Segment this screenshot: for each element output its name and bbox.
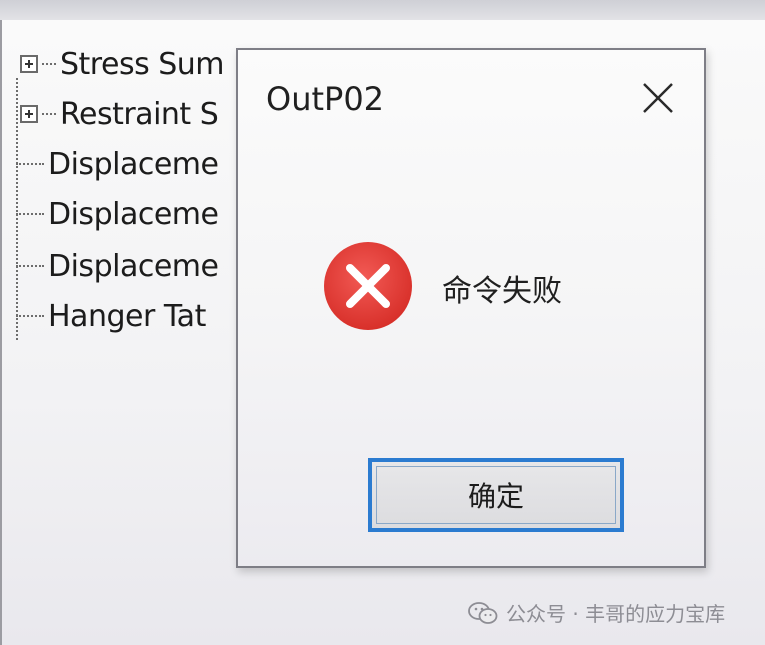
tree-dots bbox=[16, 163, 44, 165]
error-x-icon bbox=[324, 242, 412, 330]
tree-dots bbox=[16, 315, 44, 317]
ok-button[interactable]: 确定 bbox=[368, 458, 624, 532]
expand-plus-icon[interactable] bbox=[20, 55, 38, 73]
ok-button-label: 确定 bbox=[467, 480, 524, 513]
tree-dots bbox=[16, 213, 44, 215]
tree-item-stress-summary[interactable]: Stress Sum bbox=[20, 44, 225, 84]
tree-item-label: Displaceme bbox=[48, 196, 219, 232]
tree-item-displacement-1[interactable]: Displaceme bbox=[16, 144, 219, 184]
expand-plus-icon[interactable] bbox=[20, 105, 38, 123]
tree-dots bbox=[42, 63, 56, 65]
tree-item-label: Displaceme bbox=[48, 248, 219, 284]
tree-item-displacement-3[interactable]: Displaceme bbox=[16, 246, 219, 286]
close-button[interactable] bbox=[634, 74, 682, 122]
watermark: 公众号 · 丰哥的应力宝库 bbox=[468, 598, 725, 627]
dialog-title: OutP02 bbox=[266, 80, 385, 118]
watermark-text: 公众号 · 丰哥的应力宝库 bbox=[506, 602, 726, 626]
error-message: 命令失败 bbox=[442, 274, 562, 309]
error-dialog: OutP02 命令失败 确定 bbox=[236, 48, 706, 568]
tree-dots bbox=[16, 265, 44, 267]
tree-dots bbox=[42, 113, 56, 115]
tree-item-label: Stress Sum bbox=[60, 46, 225, 82]
tree-item-restraint-summary[interactable]: Restraint S bbox=[20, 94, 219, 134]
tree-item-displacement-2[interactable]: Displaceme bbox=[16, 194, 219, 234]
window-top-edge bbox=[0, 0, 765, 21]
tree-item-label: Hanger Tat bbox=[48, 298, 206, 334]
tree-item-label: Displaceme bbox=[48, 146, 219, 182]
wechat-icon bbox=[468, 601, 498, 624]
tree-item-hanger-table[interactable]: Hanger Tat bbox=[16, 296, 206, 336]
close-icon bbox=[643, 83, 673, 113]
tree-item-label: Restraint S bbox=[60, 96, 219, 132]
